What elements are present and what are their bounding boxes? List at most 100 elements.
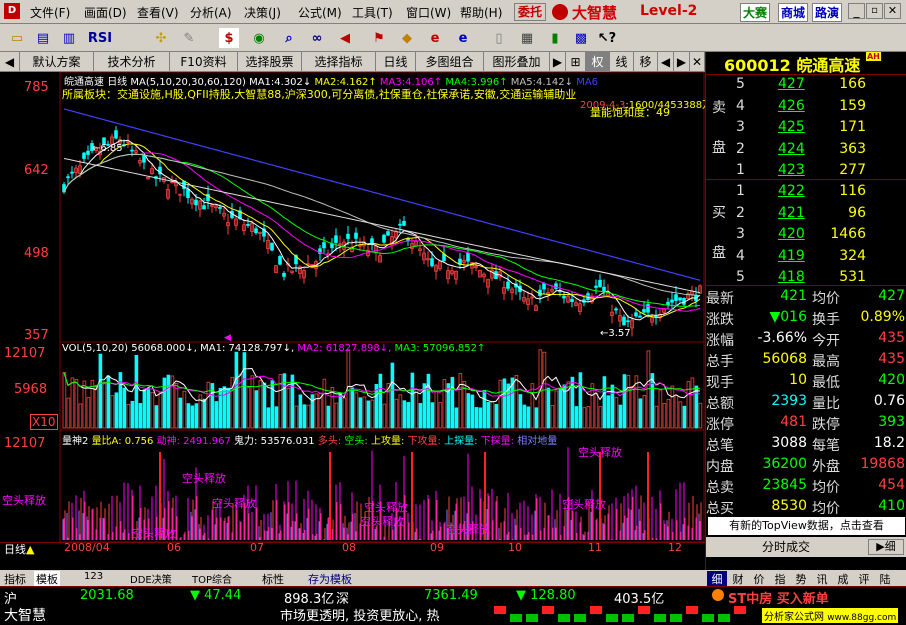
quote-tab[interactable]: 讯	[812, 571, 832, 587]
chart-icon[interactable]: ▤	[32, 27, 54, 49]
sz-index[interactable]: 7361.49	[424, 588, 478, 603]
open-icon[interactable]: ▭	[6, 27, 28, 49]
quote-header: 600012 皖通高速 AH	[706, 52, 906, 75]
stat-label: 总笔	[706, 438, 734, 454]
menu-decision[interactable]: 决策(J)	[244, 4, 281, 21]
volume-bar	[322, 378, 327, 429]
tab-select-stock[interactable]: 选择股票	[238, 52, 302, 72]
bar-chart-icon[interactable]: ▮	[544, 27, 566, 49]
quote-tab[interactable]: 势	[791, 571, 811, 587]
volume-bar	[402, 400, 407, 429]
menu-help[interactable]: 帮助(H)	[460, 4, 502, 21]
bid-row[interactable]: 4 419 324	[736, 248, 906, 268]
tab-multi-chart[interactable]: 多图组合	[416, 52, 484, 72]
calculator-icon[interactable]: ▦	[516, 27, 538, 49]
tab-daily[interactable]: 日线	[376, 52, 416, 72]
warning-icon[interactable]: ◆	[396, 27, 418, 49]
close-chart-icon[interactable]: ✕	[690, 52, 705, 72]
grid-icon[interactable]: ⊞	[566, 52, 586, 72]
megaphone-icon[interactable]: ◀	[334, 27, 356, 49]
quote-tab[interactable]: 细	[707, 571, 727, 587]
quote-tab[interactable]: 成	[833, 571, 853, 587]
menu-formula[interactable]: 公式(M)	[298, 4, 342, 21]
tab-f10[interactable]: F10资料	[170, 52, 238, 72]
notepad-icon[interactable]: ▯	[488, 27, 510, 49]
scroll-right-icon[interactable]: ▶	[550, 52, 566, 72]
pencil-icon[interactable]: ✎	[178, 27, 200, 49]
entrust-button[interactable]: 委托	[514, 3, 547, 21]
tab-overlay[interactable]: 图形叠加	[484, 52, 550, 72]
bid-row[interactable]: 5 418 531	[736, 269, 906, 289]
tab-template[interactable]: 模板	[34, 571, 60, 587]
next-icon[interactable]: ▶	[674, 52, 690, 72]
quote-tab[interactable]: 评	[854, 571, 874, 587]
topview-button[interactable]: 有新的TopView数据，点击查看	[708, 517, 905, 535]
dollar-icon[interactable]: $	[218, 27, 240, 49]
browser2-icon[interactable]: e	[452, 27, 474, 49]
tab-dde[interactable]: DDE决策	[130, 571, 172, 586]
tick-detail-button[interactable]: 分时成交	[706, 537, 866, 557]
quote-tab[interactable]: 财	[728, 571, 748, 587]
mall-link[interactable]: 商城	[778, 3, 809, 22]
ask-row[interactable]: 3 425 171	[736, 119, 906, 139]
date-axis-period[interactable]: 日线▲	[4, 541, 34, 557]
menu-view[interactable]: 查看(V)	[137, 4, 179, 21]
kline-icon[interactable]: ▥	[58, 27, 80, 49]
quote-tab[interactable]: 价	[749, 571, 769, 587]
tab-line[interactable]: 线	[610, 52, 634, 72]
tab-tech-analysis[interactable]: 技术分析	[94, 52, 170, 72]
binocular-icon[interactable]: ∞	[306, 27, 328, 49]
volume-bar	[166, 374, 171, 429]
tab-top[interactable]: TOP综合	[192, 571, 232, 586]
eye-icon[interactable]: ◉	[248, 27, 270, 49]
menu-view-screen[interactable]: 画面(D)	[84, 4, 127, 21]
sh-index[interactable]: 2031.68	[80, 588, 134, 603]
roadshow-link[interactable]: 路演	[812, 3, 843, 22]
detail-button[interactable]: ▶细	[868, 539, 904, 555]
tab-rights[interactable]: 权	[586, 52, 610, 72]
ind-tick-12107: 12107	[4, 436, 46, 451]
scroll-left-icon[interactable]: ◀	[0, 52, 20, 72]
bid-row[interactable]: 2 421 96	[736, 205, 906, 225]
tab-default-scheme[interactable]: 默认方案	[20, 52, 94, 72]
help-pointer-icon[interactable]: ↖?	[596, 27, 618, 49]
candle-body	[218, 207, 222, 209]
tab-save-template[interactable]: 存为模板	[308, 571, 352, 587]
tab-label[interactable]: 标性	[262, 571, 284, 587]
flag-icon[interactable]: ⚑	[368, 27, 390, 49]
menu-analysis[interactable]: 分析(A)	[190, 4, 232, 21]
quote-icon[interactable]: ▩	[570, 27, 592, 49]
stat-value: 435	[878, 351, 905, 367]
menu-bar: D 文件(F) 画面(D) 查看(V) 分析(A) 决策(J) 公式(M) 工具…	[0, 0, 906, 24]
ask-row[interactable]: 1 423 277	[736, 162, 906, 182]
quote-tab[interactable]: 指	[770, 571, 790, 587]
ask-row[interactable]: 2 424 363	[736, 141, 906, 161]
candle-body	[346, 233, 350, 239]
candle-body	[494, 271, 498, 280]
prev-icon[interactable]: ◀	[658, 52, 674, 72]
bid-row[interactable]: 3 420 1466	[736, 226, 906, 246]
close-icon[interactable]: ✕	[884, 3, 901, 19]
tab-123[interactable]: 123	[84, 571, 103, 582]
menu-file[interactable]: 文件(F)	[30, 4, 70, 21]
menu-tools[interactable]: 工具(T)	[352, 4, 393, 21]
rsi-button[interactable]: RSI	[86, 27, 114, 49]
search-icon[interactable]: ⌕	[278, 27, 300, 49]
tab-select-indicator[interactable]: 选择指标	[302, 52, 376, 72]
contest-link[interactable]: 大赛	[740, 3, 771, 22]
restore-icon[interactable]: ▫	[866, 3, 883, 19]
level-number: 3	[736, 226, 745, 242]
tab-indicator[interactable]: 指标	[4, 571, 26, 587]
bid-row[interactable]: 1 422 116	[736, 183, 906, 203]
volume-bar	[518, 394, 523, 429]
menu-window[interactable]: 窗口(W)	[406, 4, 451, 21]
ask-row[interactable]: 5 427 166	[736, 76, 906, 96]
ask-row[interactable]: 4 426 159	[736, 98, 906, 118]
ruler-icon[interactable]: ✣	[150, 27, 172, 49]
tab-move[interactable]: 移	[634, 52, 658, 72]
browser-icon[interactable]: e	[424, 27, 446, 49]
breadth-bar	[718, 614, 730, 622]
kline-chart-area[interactable]: 785 642 498 357 皖通高速 日线 MA(5,10,20,30,60…	[0, 72, 712, 557]
quote-tab[interactable]: 陆	[875, 571, 895, 587]
minimize-icon[interactable]: _	[848, 3, 865, 19]
